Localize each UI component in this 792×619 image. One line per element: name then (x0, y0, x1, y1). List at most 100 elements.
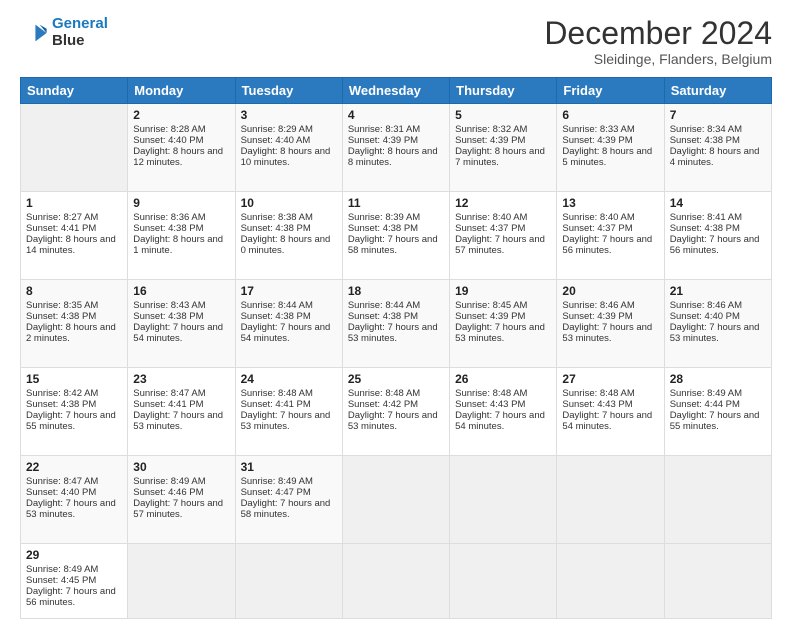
table-row (664, 544, 771, 619)
daylight: Daylight: 7 hours and 54 minutes. (562, 410, 652, 432)
day-number: 6 (562, 108, 658, 122)
sunrise: Sunrise: 8:49 AM (26, 564, 98, 575)
logo-text: General Blue (52, 16, 108, 49)
calendar-row: 2 Sunrise: 8:28 AM Sunset: 4:40 PM Dayli… (21, 104, 772, 192)
daylight: Daylight: 8 hours and 5 minutes. (562, 146, 652, 168)
daylight: Daylight: 8 hours and 0 minutes. (241, 234, 331, 256)
daylight: Daylight: 8 hours and 14 minutes. (26, 234, 116, 256)
daylight: Daylight: 8 hours and 8 minutes. (348, 146, 438, 168)
table-row: 24 Sunrise: 8:48 AM Sunset: 4:41 PM Dayl… (235, 368, 342, 456)
sunset: Sunset: 4:38 PM (26, 399, 96, 410)
daylight: Daylight: 7 hours and 53 minutes. (26, 498, 116, 520)
day-number: 24 (241, 372, 337, 386)
table-row: 15 Sunrise: 8:42 AM Sunset: 4:38 PM Dayl… (21, 368, 128, 456)
daylight: Daylight: 7 hours and 54 minutes. (241, 322, 331, 344)
day-number: 7 (670, 108, 766, 122)
day-number: 22 (26, 460, 122, 474)
sunset: Sunset: 4:43 PM (455, 399, 525, 410)
sunrise: Sunrise: 8:44 AM (241, 300, 313, 311)
sunrise: Sunrise: 8:44 AM (348, 300, 420, 311)
sunrise: Sunrise: 8:40 AM (562, 212, 634, 223)
sunset: Sunset: 4:40 AM (241, 135, 311, 146)
daylight: Daylight: 7 hours and 53 minutes. (133, 410, 223, 432)
sunrise: Sunrise: 8:48 AM (348, 388, 420, 399)
sunset: Sunset: 4:39 PM (455, 311, 525, 322)
table-row: 12 Sunrise: 8:40 AM Sunset: 4:37 PM Dayl… (450, 192, 557, 280)
daylight: Daylight: 7 hours and 57 minutes. (133, 498, 223, 520)
day-number: 12 (455, 196, 551, 210)
daylight: Daylight: 7 hours and 53 minutes. (455, 322, 545, 344)
sunrise: Sunrise: 8:32 AM (455, 124, 527, 135)
day-number: 20 (562, 284, 658, 298)
sunset: Sunset: 4:38 PM (670, 135, 740, 146)
daylight: Daylight: 7 hours and 53 minutes. (670, 322, 760, 344)
table-row (342, 456, 449, 544)
day-number: 8 (26, 284, 122, 298)
sunset: Sunset: 4:38 PM (241, 223, 311, 234)
table-row (342, 544, 449, 619)
day-number: 29 (26, 548, 122, 562)
daylight: Daylight: 7 hours and 58 minutes. (241, 498, 331, 520)
table-row: 8 Sunrise: 8:35 AM Sunset: 4:38 PM Dayli… (21, 280, 128, 368)
sunrise: Sunrise: 8:46 AM (562, 300, 634, 311)
table-row: 9 Sunrise: 8:36 AM Sunset: 4:38 PM Dayli… (128, 192, 235, 280)
daylight: Daylight: 7 hours and 54 minutes. (133, 322, 223, 344)
table-row: 6 Sunrise: 8:33 AM Sunset: 4:39 PM Dayli… (557, 104, 664, 192)
table-row: 30 Sunrise: 8:49 AM Sunset: 4:46 PM Dayl… (128, 456, 235, 544)
sunset: Sunset: 4:38 PM (241, 311, 311, 322)
table-row: 26 Sunrise: 8:48 AM Sunset: 4:43 PM Dayl… (450, 368, 557, 456)
table-row: 10 Sunrise: 8:38 AM Sunset: 4:38 PM Dayl… (235, 192, 342, 280)
sunset: Sunset: 4:42 PM (348, 399, 418, 410)
sunrise: Sunrise: 8:28 AM (133, 124, 205, 135)
day-number: 9 (133, 196, 229, 210)
sunrise: Sunrise: 8:38 AM (241, 212, 313, 223)
sunset: Sunset: 4:44 PM (670, 399, 740, 410)
sunrise: Sunrise: 8:45 AM (455, 300, 527, 311)
main-title: December 2024 (544, 16, 772, 51)
table-row (664, 456, 771, 544)
table-row: 20 Sunrise: 8:46 AM Sunset: 4:39 PM Dayl… (557, 280, 664, 368)
daylight: Daylight: 7 hours and 53 minutes. (562, 322, 652, 344)
daylight: Daylight: 7 hours and 53 minutes. (348, 322, 438, 344)
daylight: Daylight: 7 hours and 53 minutes. (241, 410, 331, 432)
logo-line2: Blue (52, 33, 108, 50)
day-number: 30 (133, 460, 229, 474)
daylight: Daylight: 8 hours and 10 minutes. (241, 146, 331, 168)
col-saturday: Saturday (664, 78, 771, 104)
sunset: Sunset: 4:41 PM (241, 399, 311, 410)
table-row: 21 Sunrise: 8:46 AM Sunset: 4:40 PM Dayl… (664, 280, 771, 368)
table-row: 16 Sunrise: 8:43 AM Sunset: 4:38 PM Dayl… (128, 280, 235, 368)
daylight: Daylight: 7 hours and 56 minutes. (26, 586, 116, 608)
day-number: 4 (348, 108, 444, 122)
sunset: Sunset: 4:39 PM (562, 311, 632, 322)
table-row: 7 Sunrise: 8:34 AM Sunset: 4:38 PM Dayli… (664, 104, 771, 192)
sunrise: Sunrise: 8:29 AM (241, 124, 313, 135)
table-row: 27 Sunrise: 8:48 AM Sunset: 4:43 PM Dayl… (557, 368, 664, 456)
sunrise: Sunrise: 8:48 AM (241, 388, 313, 399)
col-wednesday: Wednesday (342, 78, 449, 104)
sunrise: Sunrise: 8:35 AM (26, 300, 98, 311)
sunrise: Sunrise: 8:36 AM (133, 212, 205, 223)
day-number: 2 (133, 108, 229, 122)
sunset: Sunset: 4:37 PM (562, 223, 632, 234)
sunset: Sunset: 4:38 PM (26, 311, 96, 322)
sunrise: Sunrise: 8:27 AM (26, 212, 98, 223)
sunset: Sunset: 4:47 PM (241, 487, 311, 498)
table-row (128, 544, 235, 619)
sunset: Sunset: 4:41 PM (133, 399, 203, 410)
table-row: 4 Sunrise: 8:31 AM Sunset: 4:39 PM Dayli… (342, 104, 449, 192)
sunset: Sunset: 4:39 PM (455, 135, 525, 146)
sunrise: Sunrise: 8:49 AM (670, 388, 742, 399)
sunset: Sunset: 4:39 PM (348, 135, 418, 146)
day-number: 13 (562, 196, 658, 210)
table-row: 2 Sunrise: 8:28 AM Sunset: 4:40 PM Dayli… (128, 104, 235, 192)
table-row: 17 Sunrise: 8:44 AM Sunset: 4:38 PM Dayl… (235, 280, 342, 368)
sunrise: Sunrise: 8:49 AM (133, 476, 205, 487)
table-row (21, 104, 128, 192)
sunset: Sunset: 4:40 PM (670, 311, 740, 322)
day-number: 25 (348, 372, 444, 386)
day-number: 1 (26, 196, 122, 210)
sunrise: Sunrise: 8:49 AM (241, 476, 313, 487)
sunset: Sunset: 4:38 PM (133, 223, 203, 234)
sunset: Sunset: 4:38 PM (348, 223, 418, 234)
